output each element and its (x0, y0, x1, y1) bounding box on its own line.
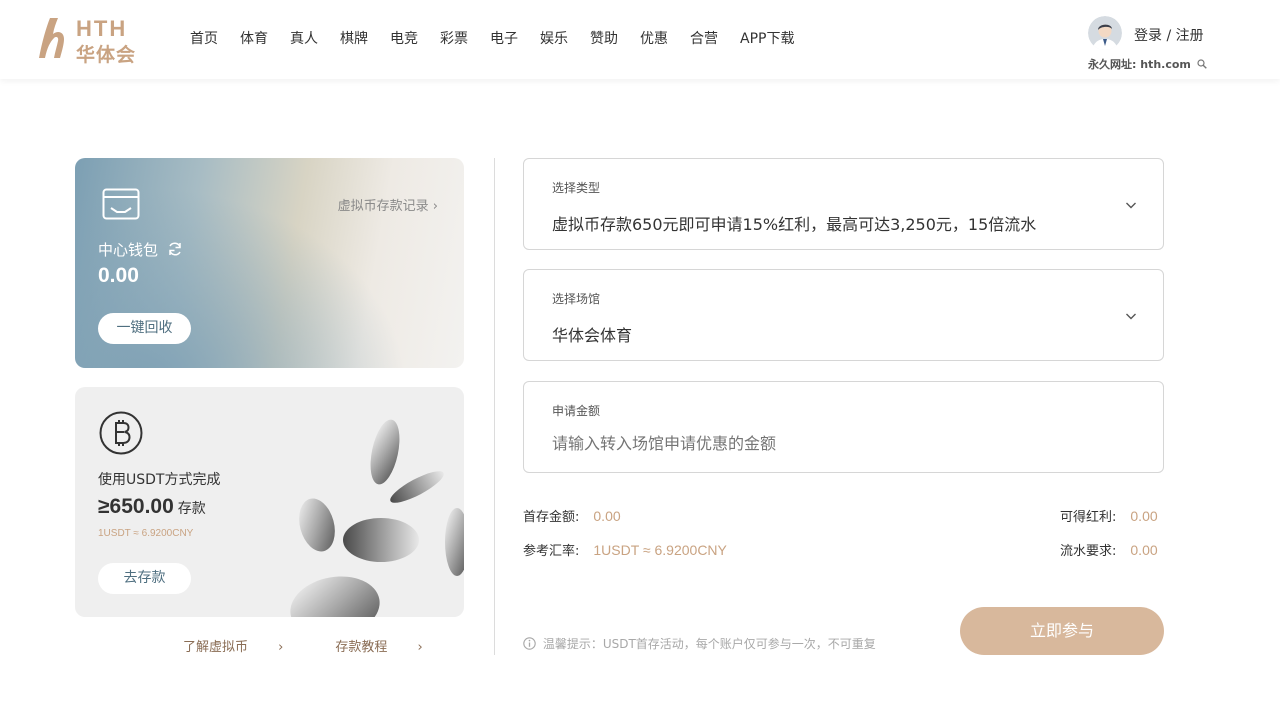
bottom-links: 了解虚拟币 › 存款教程 › (183, 636, 475, 655)
usdt-min-amount: ≥650.00 存款 (98, 495, 206, 519)
first-deposit-row: 首存金额: 0.00 (523, 506, 621, 525)
nav-item-slots[interactable]: 电子 (490, 28, 518, 48)
nav-item-home[interactable]: 首页 (190, 28, 218, 48)
user-area: 登录 / 注册 永久网址: hth.com (1088, 16, 1218, 76)
main-nav: 首页 体育 真人 棋牌 电竞 彩票 电子 娱乐 赞助 优惠 合营 APP下载 (190, 28, 816, 48)
warm-tip-text: 温馨提示：USDT首存活动，每个账户仅可参与一次，不可重复 (542, 637, 876, 651)
bonus-value: 0.00 (1130, 508, 1158, 524)
chevron-right-icon: › (432, 199, 438, 214)
avatar[interactable] (1088, 16, 1122, 50)
usdt-method-text: 使用USDT方式完成 (98, 472, 221, 488)
exchange-rate-value: 1USDT ≈ 6.9200CNY (593, 542, 727, 558)
info-icon (523, 637, 536, 650)
nav-item-app-download[interactable]: APP下载 (740, 28, 794, 48)
nav-item-sponsor[interactable]: 赞助 (590, 28, 618, 48)
apply-amount-input[interactable] (552, 434, 1112, 453)
nav-item-promotions[interactable]: 优惠 (640, 28, 668, 48)
wallet-label: 中心钱包 (98, 241, 159, 259)
nav-item-entertainment[interactable]: 娱乐 (540, 28, 568, 48)
crypto-deposit-record-label: 虚拟币存款记录 (337, 199, 429, 214)
promo-type-select[interactable]: 选择类型 虚拟币存款650元即可申请15%红利，最高可达3,250元，15倍流水 (523, 158, 1164, 250)
bonus-row: 可得红利: 0.00 (1060, 506, 1158, 525)
join-now-button[interactable]: 立即参与 (960, 607, 1164, 655)
apply-amount-label: 申请金额 (552, 404, 601, 418)
nav-item-esports[interactable]: 电竞 (390, 28, 418, 48)
nav-item-lottery[interactable]: 彩票 (440, 28, 468, 48)
first-deposit-label: 首存金额: (523, 510, 580, 525)
magnifier-icon (1197, 59, 1207, 69)
learn-crypto-label: 了解虚拟币 (183, 640, 249, 655)
wallet-icon (102, 188, 140, 220)
coins-illustration (290, 419, 464, 617)
turnover-value: 0.00 (1130, 542, 1158, 558)
usdt-amount-value: ≥650.00 (98, 495, 174, 518)
deposit-tutorial-link[interactable]: 存款教程 › (335, 636, 448, 655)
venue-value: 华体会体育 (552, 326, 633, 345)
promo-type-label: 选择类型 (552, 181, 601, 195)
bitcoin-icon (99, 411, 143, 455)
crypto-deposit-record-link[interactable]: 虚拟币存款记录 › (338, 195, 438, 214)
deposit-tutorial-label: 存款教程 (335, 640, 388, 655)
column-divider (494, 158, 495, 655)
bonus-label: 可得红利: (1060, 510, 1117, 525)
nav-item-sports[interactable]: 体育 (240, 28, 268, 48)
go-deposit-button[interactable]: 去存款 (98, 563, 191, 594)
nav-item-chess[interactable]: 棋牌 (340, 28, 368, 48)
chevron-right-icon: › (278, 640, 284, 655)
logo-h-icon (39, 18, 64, 58)
venue-select[interactable]: 选择场馆 华体会体育 (523, 269, 1164, 361)
promo-type-value: 虚拟币存款650元即可申请15%红利，最高可达3,250元，15倍流水 (552, 215, 1037, 234)
exchange-rate-row: 参考汇率: 1USDT ≈ 6.9200CNY (523, 540, 727, 559)
turnover-label: 流水要求: (1060, 544, 1117, 559)
logo-brand-en: HTH (76, 16, 128, 41)
hth-logo[interactable]: HTH 华体会 (36, 14, 146, 66)
warm-tip: 温馨提示：USDT首存活动，每个账户仅可参与一次，不可重复 (523, 635, 876, 652)
exchange-rate-label: 参考汇率: (523, 544, 580, 559)
apply-amount-field: 申请金额 (523, 381, 1164, 473)
venue-label: 选择场馆 (552, 292, 601, 306)
chevron-down-icon (1126, 202, 1136, 209)
nav-item-partner[interactable]: 合营 (690, 28, 718, 48)
wallet-balance: 0.00 (98, 264, 139, 287)
permanent-url: 永久网址: hth.com (1088, 56, 1207, 72)
turnover-row: 流水要求: 0.00 (1060, 540, 1158, 559)
usdt-deposit-card: 使用USDT方式完成 ≥650.00 存款 1USDT ≈ 6.9200CNY 去… (75, 387, 464, 617)
wallet-title: 中心钱包 (98, 239, 183, 260)
chevron-right-icon: › (417, 640, 423, 655)
login-register-link[interactable]: 登录 / 注册 (1134, 25, 1204, 45)
logo-brand-cn: 华体会 (76, 44, 137, 66)
usdt-amount-suffix: 存款 (177, 501, 206, 517)
site-header: HTH 华体会 首页 体育 真人 棋牌 电竞 彩票 电子 娱乐 赞助 优惠 合营… (0, 0, 1280, 79)
central-wallet-card: 虚拟币存款记录 › 中心钱包 0.00 一键回收 (75, 158, 464, 368)
one-click-recycle-button[interactable]: 一键回收 (98, 313, 191, 344)
refresh-icon[interactable] (167, 241, 183, 257)
learn-crypto-link[interactable]: 了解虚拟币 › (183, 636, 309, 655)
permanent-url-text: 永久网址: hth.com (1088, 58, 1191, 71)
usdt-rate: 1USDT ≈ 6.9200CNY (98, 528, 194, 539)
first-deposit-value: 0.00 (593, 508, 621, 524)
nav-item-live[interactable]: 真人 (290, 28, 318, 48)
chevron-down-icon (1126, 313, 1136, 320)
